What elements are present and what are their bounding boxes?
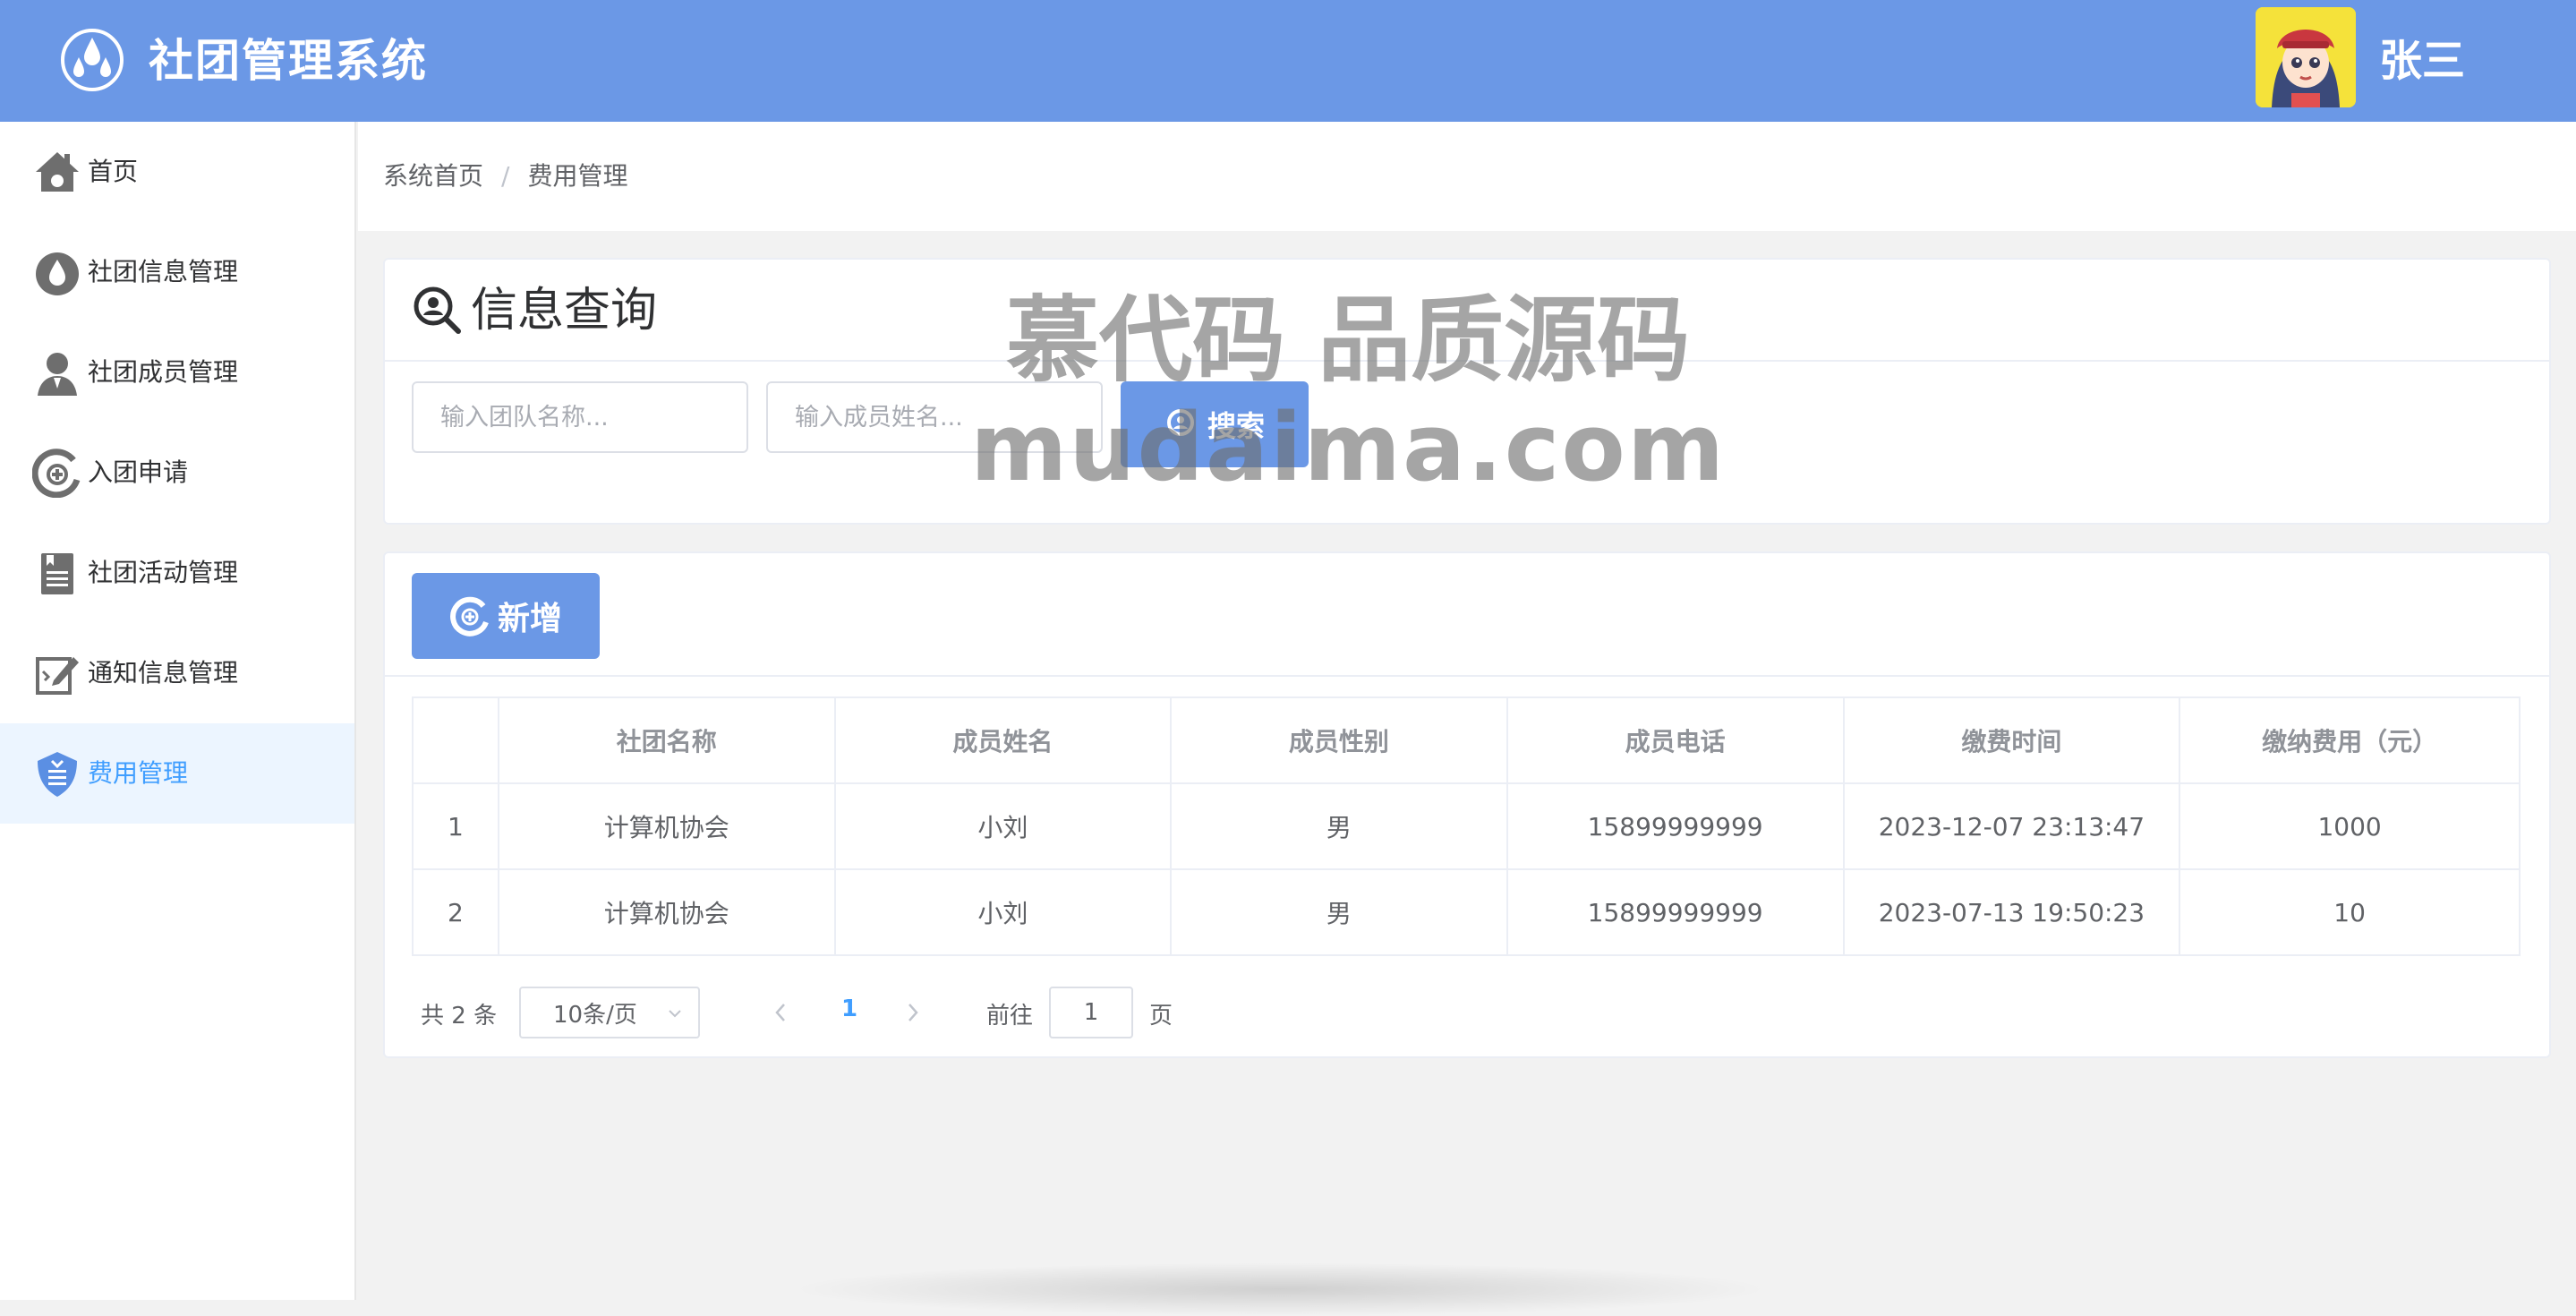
add-button-label: 新增 — [497, 601, 562, 637]
cell-payment-time: 2023-12-07 23:13:47 — [1842, 782, 2181, 870]
goto-label: 前往 — [986, 1003, 1034, 1030]
breadcrumb-bar: 系统首页 / 费用管理 — [358, 122, 2576, 231]
app-title: 社团管理系统 — [149, 35, 428, 87]
table-header-row: 社团名称 成员姓名 成员性别 成员电话 缴费时间 缴纳费用（元） — [412, 696, 2521, 784]
column-header-member-gender: 成员性别 — [1170, 696, 1508, 784]
cell-index: 2 — [412, 868, 499, 956]
sidebar-item-label: 社团活动管理 — [88, 558, 239, 587]
cell-phone: 15899999999 — [1506, 868, 1845, 956]
chevron-down-icon — [669, 1010, 681, 1018]
breadcrumb-current: 费用管理 — [527, 161, 628, 191]
table-row[interactable]: 1 计算机协会 小刘 男 15899999999 2023-12-07 23:1… — [412, 782, 2521, 870]
cell-member-name: 小刘 — [833, 782, 1173, 870]
water-drops-icon — [61, 29, 124, 91]
toolbar: 新增 — [385, 553, 2549, 677]
sidebar-item-activities[interactable]: 社团活动管理 — [0, 523, 354, 623]
sidebar-item-club-info[interactable]: 社团信息管理 — [0, 222, 354, 322]
sidebar-item-label: 费用管理 — [88, 758, 189, 788]
cell-phone: 15899999999 — [1506, 782, 1845, 870]
table-row[interactable]: 2 计算机协会 小刘 男 15899999999 2023-07-13 19:5… — [412, 868, 2521, 956]
sidebar-item-label: 社团成员管理 — [88, 357, 239, 387]
column-header-fee-amount: 缴纳费用（元） — [2179, 696, 2521, 784]
breadcrumb-separator: / — [501, 161, 510, 191]
top-header: 社团管理系统 张三 — [0, 0, 2576, 122]
sidebar-item-home[interactable]: 首页 — [0, 122, 354, 222]
search-user-icon — [414, 286, 461, 334]
add-circle-icon — [32, 449, 81, 498]
search-button[interactable]: 搜索 — [1121, 381, 1309, 467]
add-button[interactable]: 新增 — [412, 573, 600, 659]
query-card: 信息查询 搜索 — [383, 258, 2551, 525]
page-size-select[interactable]: 10条/页 — [519, 987, 700, 1038]
cell-fee: 10 — [2179, 868, 2521, 956]
sidebar-item-members[interactable]: 社团成员管理 — [0, 322, 354, 423]
column-header-member-phone: 成员电话 — [1506, 696, 1845, 784]
pagination-total: 共 2 条 — [421, 1003, 498, 1030]
page-size-value: 10条/页 — [553, 1001, 637, 1029]
goto-page-input[interactable] — [1049, 987, 1133, 1038]
sidebar-item-label: 首页 — [88, 157, 139, 186]
search-button-label: 搜索 — [1207, 409, 1265, 443]
sidebar-item-join-request[interactable]: 入团申请 — [0, 423, 354, 523]
bottom-shadow — [788, 1262, 1772, 1316]
search-icon — [1166, 409, 1194, 436]
add-circle-icon — [450, 596, 489, 637]
chevron-right-icon[interactable] — [904, 999, 922, 1026]
query-title: 信息查询 — [471, 284, 658, 338]
sidebar-item-fees[interactable]: 费用管理 — [0, 723, 354, 824]
shield-icon — [38, 752, 77, 797]
edit-document-icon — [36, 657, 79, 695]
column-header-member-name: 成员姓名 — [833, 696, 1173, 784]
sidebar-item-label: 入团申请 — [88, 457, 189, 487]
cell-fee: 1000 — [2179, 782, 2521, 870]
cell-club-name: 计算机协会 — [497, 868, 836, 956]
query-card-header: 信息查询 — [385, 260, 2549, 362]
avatar[interactable] — [2256, 7, 2356, 107]
member-name-input[interactable] — [766, 381, 1103, 453]
sidebar-item-label: 通知信息管理 — [88, 658, 239, 688]
sidebar: 首页 社团信息管理 社团成员管理 入团申请 社团活动管理 通知信息管理 费用管理 — [0, 122, 356, 1300]
drop-icon — [36, 252, 79, 295]
cell-payment-time: 2023-07-13 19:50:23 — [1842, 868, 2181, 956]
team-name-input[interactable] — [412, 381, 748, 453]
breadcrumb-home[interactable]: 系统首页 — [383, 158, 483, 195]
cell-gender: 男 — [1170, 868, 1508, 956]
fees-table: 社团名称 成员姓名 成员性别 成员电话 缴费时间 缴纳费用（元） 1 计算机协会… — [412, 696, 2521, 956]
user-name[interactable]: 张三 — [2379, 30, 2465, 91]
data-card: 新增 社团名称 成员姓名 成员性别 成员电话 缴费时间 缴纳费用（元） 1 计算… — [383, 551, 2551, 1058]
column-header-payment-time: 缴费时间 — [1842, 696, 2181, 784]
column-header-club-name: 社团名称 — [497, 696, 836, 784]
cell-index: 1 — [412, 782, 499, 870]
sidebar-item-label: 社团信息管理 — [88, 257, 239, 286]
column-header-index — [412, 696, 499, 784]
chevron-left-icon[interactable] — [772, 999, 789, 1026]
breadcrumb: 系统首页 / 费用管理 — [383, 158, 627, 195]
cell-gender: 男 — [1170, 782, 1508, 870]
page-number-current[interactable]: 1 — [841, 996, 857, 1022]
home-icon — [36, 152, 79, 192]
page-unit-label: 页 — [1149, 1003, 1173, 1030]
sidebar-item-notices[interactable]: 通知信息管理 — [0, 623, 354, 723]
document-list-icon — [41, 553, 73, 594]
cell-club-name: 计算机协会 — [497, 782, 836, 870]
user-icon — [38, 353, 77, 396]
cell-member-name: 小刘 — [833, 868, 1173, 956]
